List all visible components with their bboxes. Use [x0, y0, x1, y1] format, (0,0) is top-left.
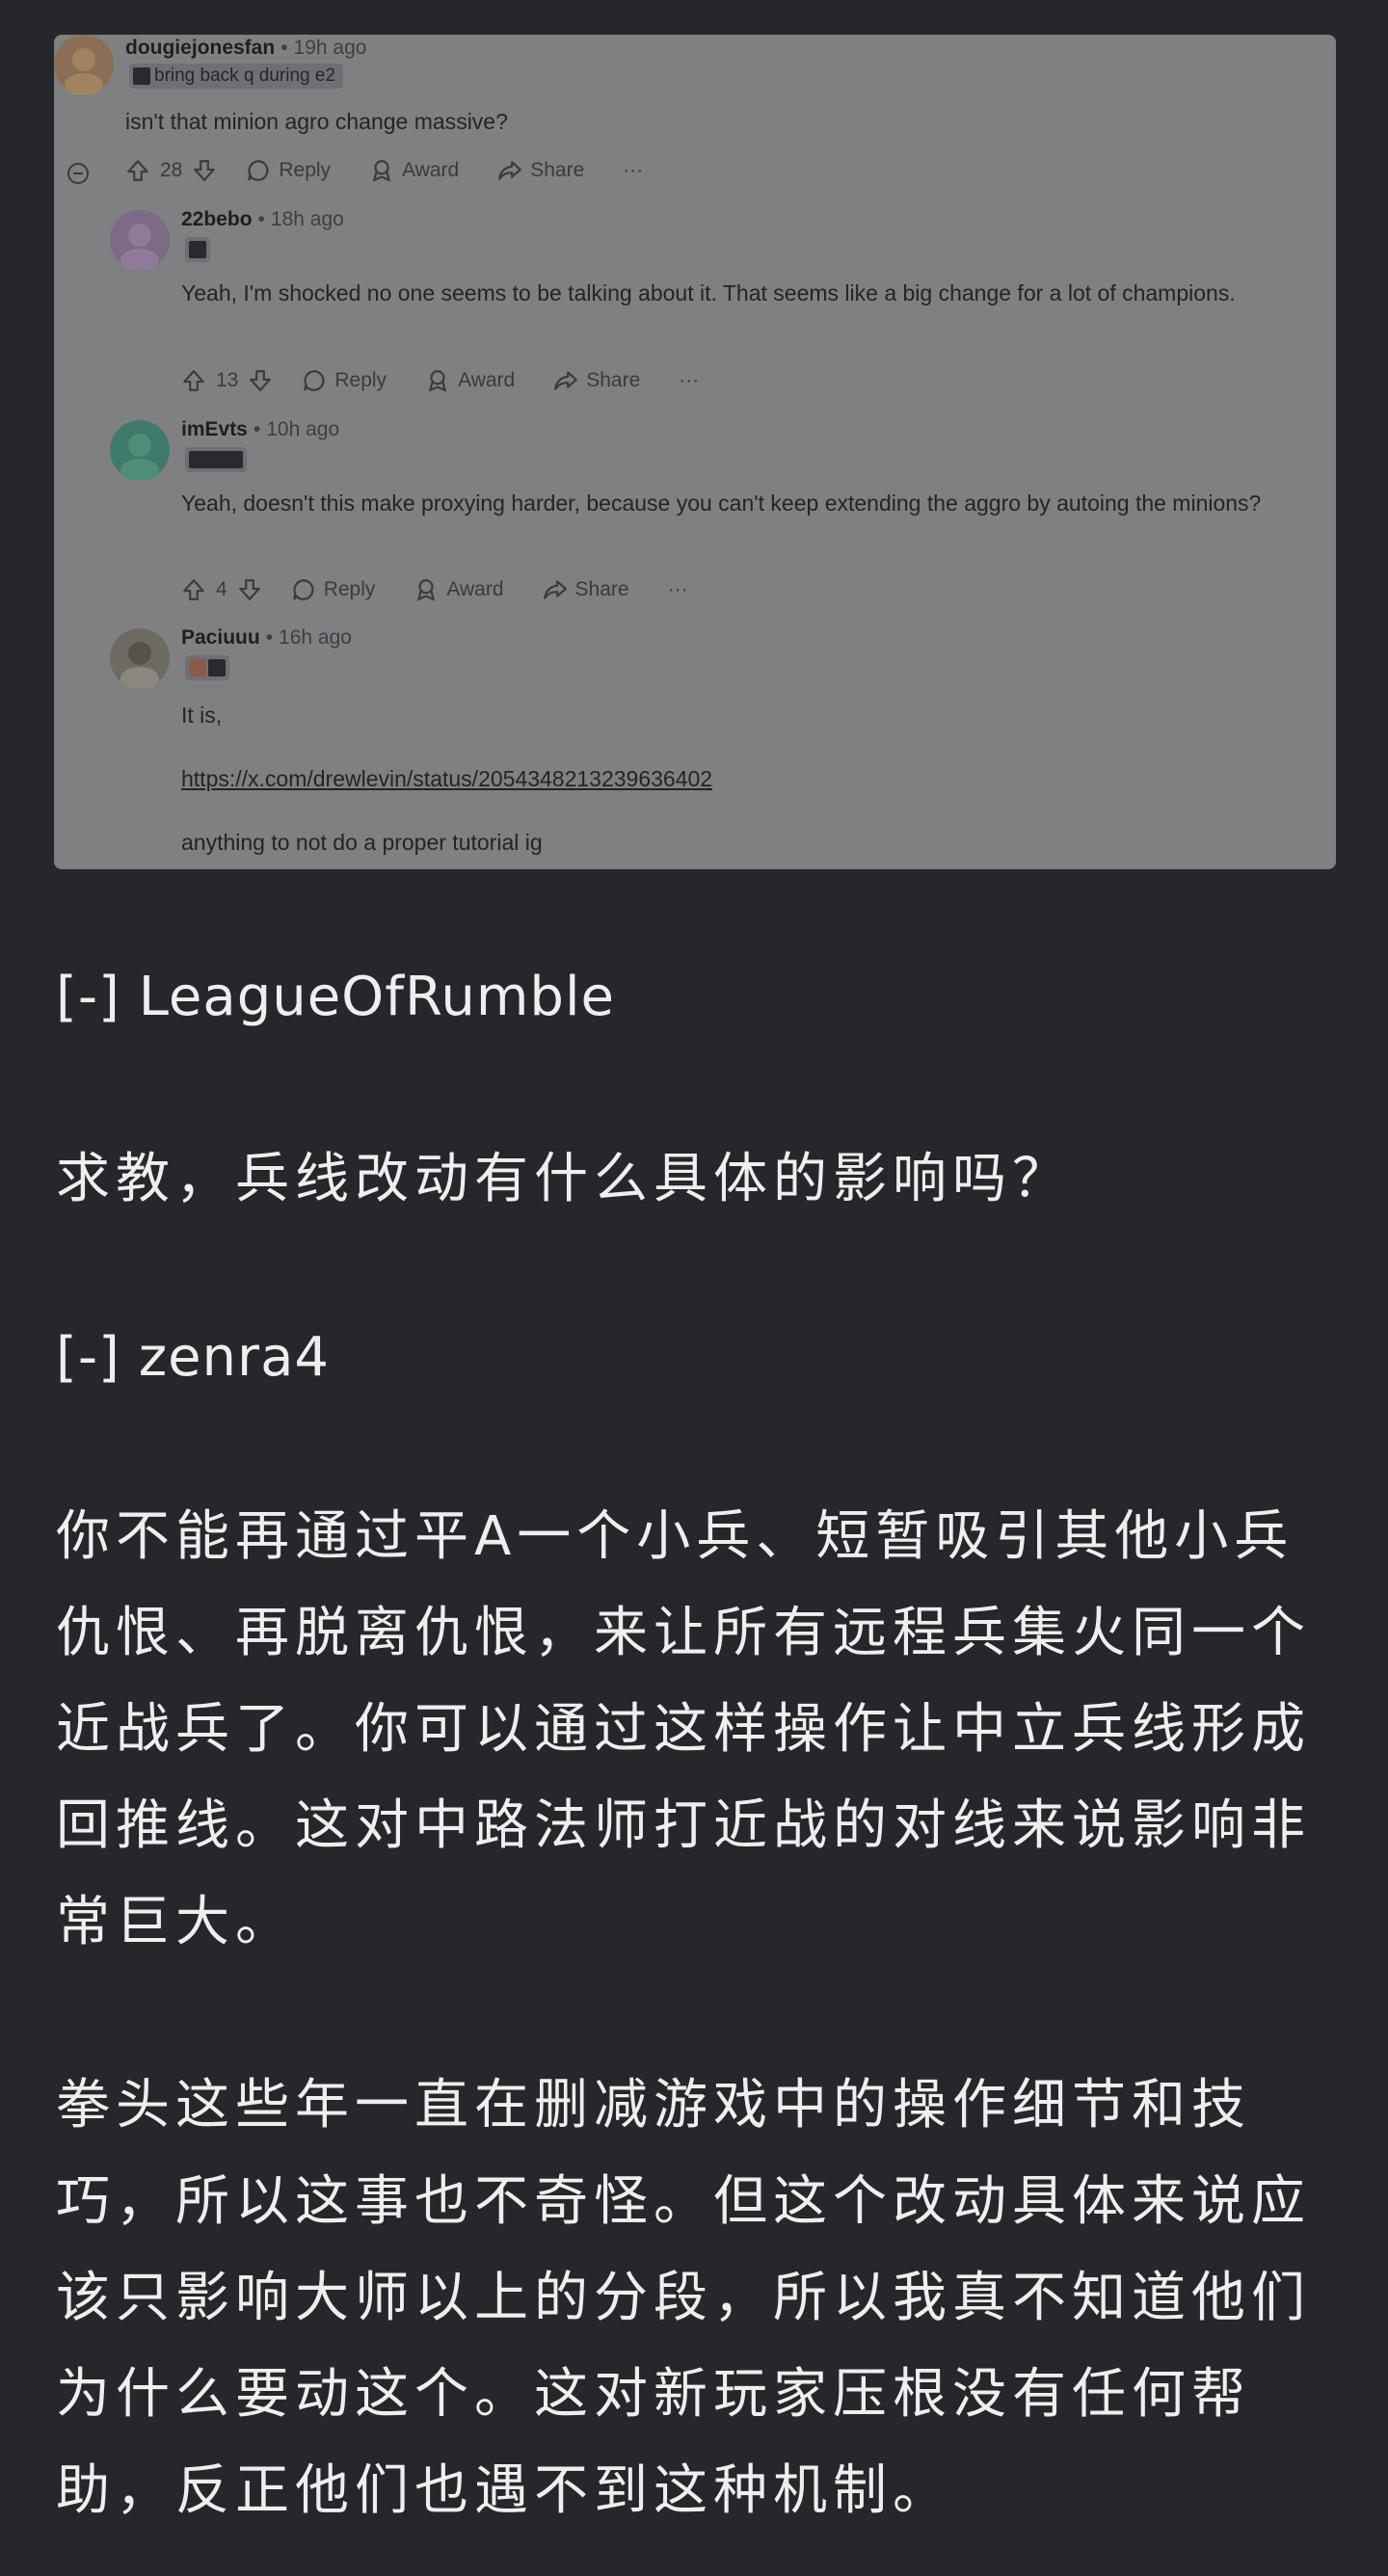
avatar-imEvts[interactable] [110, 420, 170, 480]
avatar-icon [110, 210, 170, 270]
flair-icon [189, 451, 243, 468]
reply-icon [248, 160, 269, 181]
reply-label: Reply [279, 159, 332, 181]
share-button[interactable]: Share [553, 368, 640, 393]
upvote-icon[interactable] [181, 368, 206, 393]
comment-meta: Paciuuu • 16h ago [181, 626, 352, 650]
comment-actions: 13 Reply Award Share ··· [181, 368, 737, 393]
award-label: Award [458, 369, 516, 391]
avatar-22bebo[interactable] [110, 210, 170, 270]
avatar-icon [110, 628, 170, 688]
upvote-icon[interactable] [181, 577, 206, 602]
comment-time: 10h ago [266, 418, 340, 440]
award-button[interactable]: Award [369, 158, 459, 183]
meta-separator: • [280, 37, 288, 59]
avatar-Paciuuu[interactable] [110, 628, 170, 688]
reply-icon [292, 579, 314, 600]
page: dougiejonesfan • 19h ago bring back q duri… [0, 0, 1388, 2576]
downvote-icon[interactable] [248, 368, 273, 393]
more-options-button[interactable]: ··· [668, 578, 688, 601]
comment-username[interactable]: 22bebo [181, 208, 253, 230]
comment-time: 16h ago [279, 626, 352, 649]
reply-username: [-] zenra4 [56, 1326, 331, 1389]
vote-count: 13 [216, 369, 239, 391]
avatar-dougiejonesfan[interactable] [54, 35, 114, 94]
more-icon: ··· [667, 578, 688, 600]
comment-link-line: https://x.com/drewlevin/status/205434821… [181, 761, 712, 796]
upvote-icon[interactable] [125, 158, 150, 183]
comment-actions: 28 Reply Award Share ··· [125, 158, 681, 183]
share-button[interactable]: Share [497, 158, 584, 183]
share-label: Share [530, 159, 585, 181]
meta-separator: • [253, 418, 261, 440]
reply-paragraph: 拳头这些年一直在删减游戏中的操作细节和技巧，所以这事也不奇怪。但这个改动具体来说… [56, 2074, 1311, 2522]
user-flair [185, 237, 210, 262]
award-button[interactable]: Award [425, 368, 515, 393]
downvote-icon[interactable] [237, 577, 262, 602]
comment-body: isn't that minion agro change massive? [125, 109, 508, 134]
downvote-icon[interactable] [192, 158, 217, 183]
vote-count: 28 [160, 159, 183, 181]
award-label: Award [446, 578, 504, 600]
award-icon [417, 579, 436, 601]
vote-group: 4 [181, 577, 262, 602]
award-label: Award [402, 159, 460, 181]
flair-icon [189, 659, 206, 677]
comment-time: 18h ago [270, 208, 344, 230]
share-icon [498, 161, 522, 180]
flair-icon [189, 241, 206, 258]
comment-body: anything to not do a proper tutorial ig [181, 830, 543, 855]
share-icon [543, 580, 567, 599]
embedded-reddit-screenshot: dougiejonesfan • 19h ago bring back q duri… [54, 35, 1336, 869]
vote-count: 4 [216, 578, 227, 600]
reply-label: Reply [334, 369, 387, 391]
share-label: Share [574, 578, 629, 600]
comment-time: 19h ago [293, 37, 367, 59]
meta-separator: • [265, 626, 274, 649]
more-options-button[interactable]: ··· [623, 159, 643, 182]
comment-body: Yeah, doesn't this make proxying harder,… [181, 491, 1262, 516]
comment-body: Yeah, I'm shocked no one seems to be tal… [181, 280, 1236, 305]
reply-text: 求教，兵线改动有什么具体的影响吗？ [56, 1148, 1072, 1210]
comment-username[interactable]: Paciuuu [181, 626, 260, 649]
reply-button[interactable]: Reply [302, 368, 387, 393]
flair-icon [133, 67, 150, 85]
award-icon [372, 160, 391, 182]
comment-username[interactable]: imEvts [181, 418, 248, 440]
vote-group: 28 [125, 158, 217, 183]
flair-icon [208, 659, 226, 677]
share-label: Share [586, 369, 641, 391]
reply-username: [-] LeagueOfRumble [56, 966, 615, 1028]
comment-meta: 22bebo • 18h ago [181, 208, 344, 231]
comment-meta: dougiejonesfan • 19h ago [125, 37, 366, 60]
reply-button[interactable]: Reply [246, 158, 331, 183]
award-icon [428, 370, 447, 392]
share-icon [554, 371, 578, 390]
reply-label: Reply [323, 578, 376, 600]
user-flair [185, 655, 229, 680]
more-options-button[interactable]: ··· [679, 369, 699, 392]
comment-actions: 4 Reply Award Share ··· [181, 577, 727, 602]
share-button[interactable]: Share [543, 577, 629, 602]
reply-icon [304, 370, 325, 391]
award-button[interactable]: Award [414, 577, 504, 602]
avatar-icon [54, 35, 114, 94]
comment-body: It is, [181, 703, 223, 728]
collapse-thread-button[interactable] [67, 163, 89, 184]
meta-separator: • [257, 208, 265, 230]
user-flair: bring back q during e2 [129, 64, 344, 89]
more-icon: ··· [679, 369, 700, 391]
comment-meta: imEvts • 10h ago [181, 418, 339, 441]
comment-link[interactable]: https://x.com/drewlevin/status/205434821… [181, 766, 712, 791]
user-flair [185, 447, 247, 472]
avatar-icon [110, 420, 170, 480]
more-icon: ··· [623, 159, 644, 181]
reply-paragraph: 你不能再通过平A一个小兵、短暂吸引其他小兵仇恨、再脱离仇恨，来让所有远程兵集火同… [56, 1505, 1311, 1953]
vote-group: 13 [181, 368, 273, 393]
flair-text: bring back q during e2 [154, 66, 336, 86]
reply-button[interactable]: Reply [291, 577, 376, 602]
comment-username[interactable]: dougiejonesfan [125, 37, 275, 59]
